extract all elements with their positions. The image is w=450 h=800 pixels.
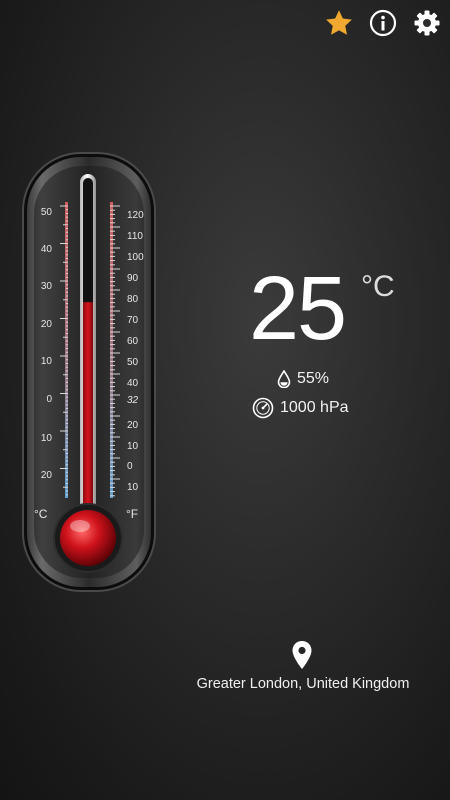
water-drop-icon (277, 370, 291, 388)
settings-button[interactable] (410, 6, 444, 40)
fahrenheit-tick-label: 10 (127, 482, 139, 493)
temperature-value: 25 (249, 259, 347, 359)
info-button[interactable] (366, 6, 400, 40)
celsius-tick-label: 50 (41, 207, 53, 218)
fahrenheit-tick-label: 10 (127, 441, 139, 452)
fahrenheit-tick-label: 80 (127, 294, 139, 305)
celsius-tick-label: 20 (41, 319, 53, 330)
fahrenheit-tick-label: 100 (127, 252, 144, 263)
fahrenheit-unit-label: °F (126, 507, 138, 521)
humidity-stat: 55% (277, 370, 329, 388)
fahrenheit-tick-label: 60 (127, 336, 139, 347)
celsius-tick-label: 40 (41, 244, 53, 255)
pressure-value: 1000 hPa (280, 399, 349, 416)
celsius-tick-label: 10 (41, 433, 53, 444)
current-reading: 25 °C 55% 1000 hPa (225, 259, 425, 419)
fahrenheit-tick-label: 120 (127, 210, 144, 221)
humidity-value: 55% (297, 370, 330, 387)
fahrenheit-tick-label: 0 (127, 461, 133, 472)
gear-icon (414, 10, 440, 36)
celsius-tick-label: 20 (41, 470, 53, 481)
top-toolbar (312, 6, 444, 40)
fahrenheit-tick-label: 90 (127, 273, 139, 284)
mercury-column (83, 302, 93, 528)
star-icon (326, 10, 352, 35)
favorite-button[interactable] (322, 6, 356, 40)
pressure-stat: 1000 hPa (252, 397, 349, 419)
info-icon (369, 9, 397, 37)
fahrenheit-tick-label: 20 (127, 420, 139, 431)
fahrenheit-tick-label: 32 (127, 395, 139, 406)
fahrenheit-tick-label: 40 (127, 378, 139, 389)
celsius-unit-label: °C (34, 507, 48, 521)
fahrenheit-tick-label: 50 (127, 357, 139, 368)
celsius-tick-label: 0 (46, 394, 52, 405)
location-pin-icon[interactable] (291, 640, 313, 670)
thermometer: 50 40 30 20 10 0 10 20 120 110 100 90 80… (22, 152, 156, 592)
temperature-unit: °C (361, 270, 395, 303)
barometer-icon (252, 397, 274, 419)
celsius-tick-label: 10 (41, 356, 53, 367)
location-name[interactable]: Greater London, United Kingdom (178, 676, 428, 692)
celsius-tick-label: 30 (41, 281, 53, 292)
fahrenheit-tick-label: 70 (127, 315, 139, 326)
fahrenheit-tick-label: 110 (127, 231, 143, 242)
